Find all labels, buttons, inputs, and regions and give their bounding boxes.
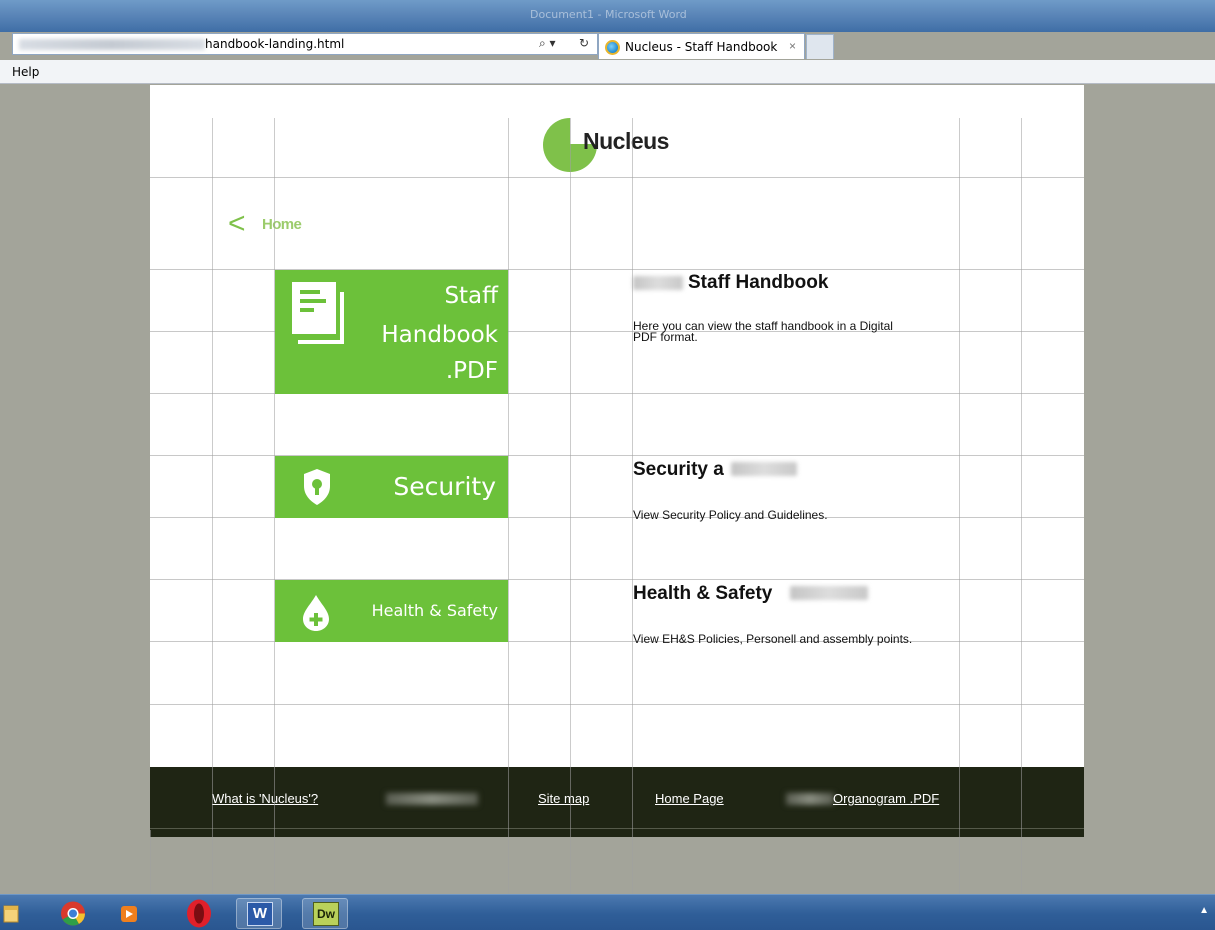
security-tile[interactable]: Security [275, 456, 508, 518]
address-bar[interactable]: handbook-landing.html ⌕ ▾ ↻ [12, 33, 598, 55]
dreamweaver-icon: Dw [313, 902, 339, 926]
media-player-icon [121, 906, 137, 922]
health-tile-label: Health & Safety [371, 601, 498, 620]
taskbar-explorer-button[interactable] [0, 898, 22, 929]
taskbar: W Dw ▲ [0, 894, 1215, 930]
new-tab-button[interactable] [806, 34, 834, 59]
grid-line [632, 118, 633, 894]
footer-redacted-link [386, 793, 478, 805]
redacted-text [731, 462, 797, 476]
security-title: Security a [633, 459, 724, 480]
tile-line-staff: Staff [444, 283, 498, 309]
browser-tab-active[interactable]: Nucleus - Staff Handbook × [598, 33, 805, 59]
drop-plus-icon [303, 595, 329, 631]
tab-title: Nucleus - Staff Handbook [625, 40, 778, 54]
address-url-redacted [19, 39, 205, 50]
footer-link-site-map[interactable]: Site map [538, 791, 589, 806]
tile-line-pdf: .PDF [445, 358, 498, 384]
search-dropdown-icon[interactable]: ⌕ ▾ [539, 36, 556, 51]
staff-handbook-tile[interactable]: Staff Handbook .PDF [275, 270, 508, 394]
taskbar-dreamweaver-button[interactable]: Dw [302, 898, 348, 929]
grid-line [508, 118, 509, 894]
tab-close-icon[interactable]: × [789, 39, 796, 53]
shield-lock-icon [304, 469, 330, 505]
home-label: Home [262, 216, 302, 233]
grid-line [150, 704, 1084, 705]
redacted-text [790, 586, 868, 600]
staff-handbook-title: Staff Handbook [688, 272, 829, 293]
refresh-icon[interactable]: ↻ [579, 36, 589, 50]
taskbar-media-button[interactable] [106, 898, 152, 929]
menu-bar: Help [0, 60, 1215, 84]
taskbar-chrome-button[interactable] [50, 898, 96, 929]
health-safety-description: View EH&S Policies, Personell and assemb… [633, 632, 913, 646]
ie-favicon-icon [605, 40, 620, 55]
grid-line [274, 118, 275, 894]
chevron-left-icon: < [228, 207, 246, 240]
opera-icon [187, 899, 211, 928]
document-stack-icon [292, 282, 344, 344]
tile-line-handbook: Handbook [381, 322, 498, 348]
footer-rule [150, 828, 1084, 829]
grid-line [150, 177, 1084, 178]
footer-link-organogram[interactable]: Organogram .PDF [833, 791, 939, 806]
grid-line [1021, 118, 1022, 894]
footer-link-what-is-nucleus[interactable]: What is 'Nucleus'? [212, 791, 318, 806]
staff-handbook-description-2: PDF format. [633, 330, 698, 344]
logo-wordmark: Nucleus [583, 128, 669, 154]
address-url[interactable]: handbook-landing.html [205, 37, 344, 51]
taskbar-opera-button[interactable] [176, 898, 222, 929]
home-link[interactable]: < Home [228, 207, 318, 240]
explorer-icon [3, 905, 19, 923]
menu-item-help[interactable]: Help [12, 65, 39, 79]
health-safety-tile[interactable]: Health & Safety [275, 580, 508, 642]
window-title: Document1 - Microsoft Word [530, 8, 687, 21]
tray-expand-icon[interactable]: ▲ [1199, 905, 1209, 916]
grid-line [150, 830, 151, 894]
footer-redacted-text [786, 793, 834, 805]
security-tile-label: Security [393, 472, 496, 501]
taskbar-word-button[interactable]: W [236, 898, 282, 929]
grid-line [959, 118, 960, 894]
redacted-text [633, 276, 683, 290]
word-icon: W [247, 902, 273, 926]
health-safety-title: Health & Safety [633, 583, 773, 604]
grid-line [212, 118, 213, 894]
chrome-icon [61, 901, 85, 926]
window-titlebar: Document1 - Microsoft Word [0, 0, 1215, 32]
footer-link-home-page[interactable]: Home Page [655, 791, 724, 806]
grid-line [570, 118, 571, 894]
security-description: View Security Policy and Guidelines. [633, 508, 828, 522]
